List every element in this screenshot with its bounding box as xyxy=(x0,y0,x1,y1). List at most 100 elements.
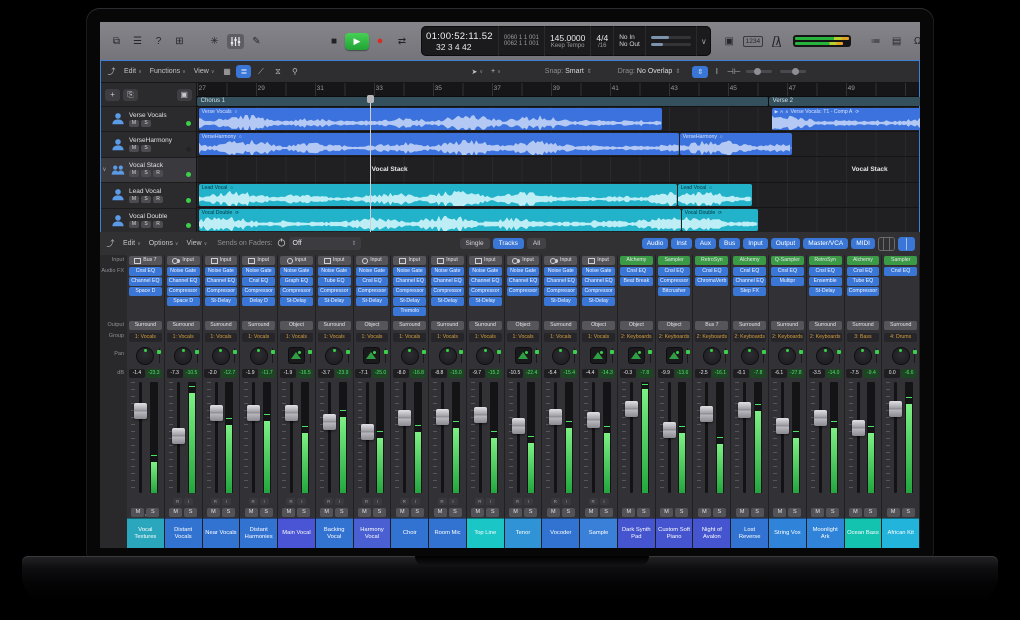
fader-track[interactable] xyxy=(819,382,822,493)
fx-plugin-slot[interactable]: Channel EQ xyxy=(431,277,464,286)
mute-button[interactable]: M xyxy=(207,508,220,517)
mute-button[interactable]: M xyxy=(129,120,139,127)
solo-button[interactable]: S xyxy=(713,508,726,517)
solo-button[interactable]: S xyxy=(373,508,386,517)
pan-mini-slider[interactable] xyxy=(574,348,575,363)
fx-plugin-slot[interactable]: Compressor xyxy=(658,277,691,286)
fx-plugin-slot[interactable]: Compressor xyxy=(507,287,540,296)
fader-cap[interactable] xyxy=(247,405,260,421)
track-header-vocal-double[interactable]: Vocal DoubleMSR xyxy=(101,209,196,234)
fader-cap[interactable] xyxy=(210,405,223,421)
fader-track[interactable] xyxy=(592,382,595,493)
fx-plugin-slot[interactable]: Step FX xyxy=(733,287,766,296)
pan-mini-slider[interactable] xyxy=(159,348,160,363)
track-lane-2[interactable]: VerseHarmony○VerseHarmony○ xyxy=(197,132,919,157)
fx-plugin-slot[interactable]: Cnsl EQ xyxy=(658,267,691,276)
region-verse-vocals[interactable]: Verse Vocals○ xyxy=(199,108,662,130)
output-slot[interactable]: Object xyxy=(507,321,540,330)
fx-plugin-slot[interactable]: Noise Gate xyxy=(507,267,540,276)
fx-plugin-slot[interactable]: Cnsl EQ xyxy=(695,267,728,276)
output-slot[interactable]: Surround xyxy=(809,321,842,330)
channel-nameplate[interactable]: Custom Soft Piano xyxy=(656,518,693,548)
channel-nameplate[interactable]: Main Vocal xyxy=(278,518,315,548)
bar-ruler[interactable]: 272931333537394143454749 xyxy=(197,83,919,97)
fx-plugin-slot[interactable]: Graph EQ xyxy=(280,277,313,286)
output-slot[interactable]: Surround xyxy=(242,321,275,330)
solo-button[interactable]: S xyxy=(524,508,537,517)
editors-pencil-icon[interactable]: ✎ xyxy=(248,34,265,49)
fx-plugin-slot[interactable]: Compressor xyxy=(847,287,880,296)
fx-plugin-slot[interactable]: Cnsl EQ xyxy=(847,267,880,276)
timeline[interactable]: 272931333537394143454749 Chorus 1Verse 2… xyxy=(197,83,919,232)
stack-disclosure-icon[interactable]: ∨ xyxy=(101,166,108,173)
solo-button[interactable]: S xyxy=(297,508,310,517)
fader-track[interactable] xyxy=(857,382,860,493)
mixer-view-tracks-button[interactable]: Tracks xyxy=(493,238,524,249)
wide-strips-icon[interactable] xyxy=(898,237,915,251)
arrangement-marker[interactable]: Chorus 1 xyxy=(197,97,769,106)
command-tool-menu[interactable]: +∨ xyxy=(491,68,501,75)
fx-plugin-slot[interactable]: Cnsl EQ xyxy=(242,277,275,286)
region-verseharmony[interactable]: VerseHarmony○ xyxy=(680,133,792,155)
fx-plugin-slot[interactable]: Compressor xyxy=(242,287,275,296)
smart-controls-icon[interactable]: ✳ xyxy=(206,34,223,49)
fader-track[interactable] xyxy=(290,382,293,493)
pan-mini-slider[interactable] xyxy=(612,348,613,363)
fx-plugin-slot[interactable]: Channel EQ xyxy=(393,277,426,286)
record-enable-button[interactable]: R xyxy=(249,498,258,505)
record-enable-button[interactable]: R xyxy=(153,170,163,177)
add-display-icon[interactable]: ⊞ xyxy=(171,34,188,49)
flex-icon[interactable]: ⧖ xyxy=(270,65,285,78)
mixer-view-menu[interactable]: View∨ xyxy=(187,240,208,247)
solo-button[interactable]: S xyxy=(449,508,462,517)
fader-track[interactable] xyxy=(554,382,557,493)
fx-plugin-slot[interactable]: Channel EQ xyxy=(544,277,577,286)
mute-button[interactable]: M xyxy=(282,508,295,517)
list-view-icon[interactable]: ≣ xyxy=(236,65,251,78)
channel-nameplate[interactable]: Backing Vocal xyxy=(316,518,353,548)
group-slot[interactable]: 1: Vocals xyxy=(205,333,238,342)
record-enable-button[interactable]: R xyxy=(324,498,333,505)
channel-nameplate[interactable]: Night of Avalon xyxy=(693,518,730,548)
input-slot[interactable]: Input xyxy=(280,256,313,265)
region-verse-vocals-t1-comp-a[interactable]: ▶A∧Verse Vocals: T1 - Comp A⟳ xyxy=(772,108,920,130)
fx-plugin-slot[interactable]: Noise Gate xyxy=(318,267,351,276)
output-slot[interactable]: Surround xyxy=(733,321,766,330)
solo-button[interactable]: S xyxy=(600,508,613,517)
count-in-button[interactable]: 1234 xyxy=(743,36,763,47)
fader-cap[interactable] xyxy=(587,412,600,428)
fader-track[interactable] xyxy=(403,382,406,493)
fx-plugin-slot[interactable]: Bitcrusher xyxy=(658,287,691,296)
mute-button[interactable]: M xyxy=(320,508,333,517)
solo-button[interactable]: S xyxy=(675,508,688,517)
pan-mini-slider[interactable] xyxy=(763,348,764,363)
output-slot[interactable]: Surround xyxy=(167,321,200,330)
channel-nameplate[interactable]: Lost Reverse xyxy=(731,518,768,548)
play-button[interactable]: ▶ xyxy=(345,33,369,50)
mixer-filter-output-button[interactable]: Output xyxy=(771,238,801,249)
pan-mini-slider[interactable] xyxy=(461,348,462,363)
mixer-filter-input-button[interactable]: Input xyxy=(743,238,767,249)
input-slot[interactable]: Q-Sampler xyxy=(771,256,804,265)
fader-track[interactable] xyxy=(743,382,746,493)
fx-plugin-slot[interactable]: ChromaVerb xyxy=(695,277,728,286)
pan-mini-slider[interactable] xyxy=(385,348,386,363)
object-panner-pad[interactable] xyxy=(667,348,682,363)
stack-expand-caret[interactable]: › xyxy=(144,513,146,519)
solo-button[interactable]: S xyxy=(141,221,151,228)
fx-plugin-slot[interactable]: Noise Gate xyxy=(167,267,200,276)
channel-nameplate[interactable]: Moonlight Ark xyxy=(807,518,844,548)
group-slot[interactable]: 3: Bass xyxy=(847,333,880,342)
group-slot[interactable]: 1: Vocals xyxy=(469,333,502,342)
fx-plugin-slot[interactable]: Space D xyxy=(129,287,162,296)
fx-plugin-slot[interactable]: Compressor xyxy=(318,287,351,296)
mixer-icon[interactable] xyxy=(227,34,244,49)
fx-plugin-slot[interactable]: Ensemble xyxy=(809,277,842,286)
fx-plugin-slot[interactable]: Channel EQ xyxy=(205,277,238,286)
automation-icon[interactable]: ⟋ xyxy=(253,65,268,78)
region-lead-vocal[interactable]: Lead Vocal○ xyxy=(678,184,752,206)
tracks-functions-menu[interactable]: Functions∨ xyxy=(150,68,186,75)
fx-plugin-slot[interactable]: St-Delay xyxy=(205,297,238,306)
solo-button[interactable]: S xyxy=(141,170,151,177)
input-monitor-button[interactable]: I xyxy=(486,498,495,505)
